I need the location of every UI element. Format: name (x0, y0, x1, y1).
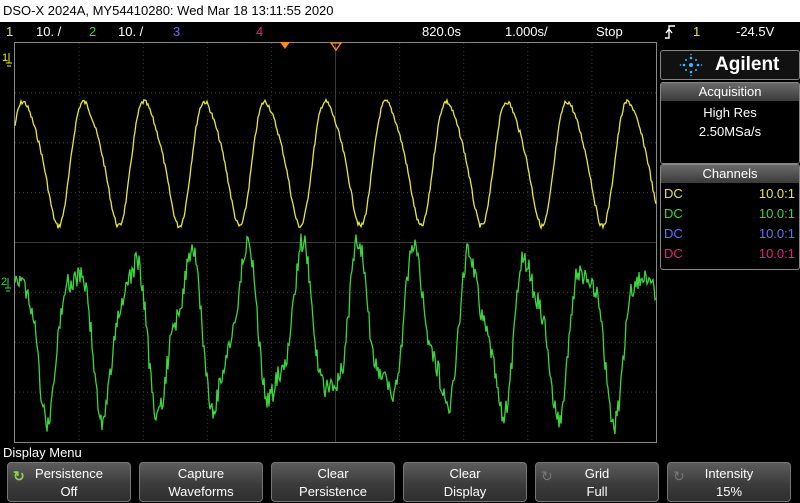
softkey-label: Persistence (299, 484, 367, 499)
softkey-value: Off (60, 484, 78, 499)
softkey-bar: ↻ Persistence Off Capture Waveforms Clea… (0, 462, 800, 503)
acquisition-mode: High Res (703, 105, 757, 120)
sample-rate: 2.50MSa/s (698, 124, 762, 139)
ch2-marker-label: 2 (1, 276, 7, 288)
ch2-probe-ratio: 10.0:1 (758, 206, 795, 221)
run-state[interactable]: Stop (596, 22, 623, 42)
trigger-channel[interactable]: 1 (693, 22, 700, 42)
ch4-coupling: DC (664, 246, 683, 261)
timebase-scale[interactable]: 1.000s/ (505, 22, 548, 42)
ch1-indicator[interactable]: 1 (6, 22, 13, 42)
persistence-softkey[interactable]: ↻ Persistence Off (7, 462, 131, 502)
ch3-coupling: DC (664, 226, 683, 241)
brand-header: Agilent (660, 50, 800, 80)
acquisition-header: Acquisition (661, 83, 799, 101)
trigger-level[interactable]: -24.5V (736, 22, 774, 42)
trigger-rising-edge-icon (664, 24, 676, 46)
channels-header: Channels (661, 165, 799, 183)
grid-softkey[interactable]: ↻ Grid Full (535, 462, 659, 502)
softkey-label: Grid (584, 466, 610, 481)
ch1-probe-ratio: 10.0:1 (758, 186, 795, 201)
channel-row-4[interactable]: DC 10.0:1 (661, 244, 799, 264)
ch4-probe-ratio: 10.0:1 (758, 246, 795, 261)
softkey-label: Persistence (35, 466, 103, 481)
softkey-value: Full (586, 484, 608, 499)
channel-row-1[interactable]: DC 10.0:1 (661, 184, 799, 204)
ch2-coupling: DC (664, 206, 683, 221)
waveform-display[interactable]: 1 2 (0, 42, 658, 444)
softkey-label: Intensity (704, 466, 754, 481)
rotate-knob-icon: ↻ (541, 468, 553, 484)
ch4-indicator[interactable]: 4 (256, 22, 263, 42)
channel-row-3[interactable]: DC 10.0:1 (661, 224, 799, 244)
ch2-indicator[interactable]: 2 (89, 22, 96, 42)
window-title: DSO-X 2024A, MY54410280: Wed Mar 18 13:1… (0, 0, 800, 22)
channels-box[interactable]: Channels DC 10.0:1 DC 10.0:1 DC 10.0:1 D… (660, 164, 800, 270)
status-bar: 1 10. / 2 10. / 3 4 820.0s 1.000s/ Stop … (0, 22, 800, 42)
rotate-knob-icon: ↻ (13, 468, 25, 484)
side-panel: Agilent Acquisition High Res 2.50MSa/s C… (660, 50, 800, 272)
ch3-indicator[interactable]: 3 (173, 22, 180, 42)
softkey-value: 15% (715, 484, 743, 499)
menu-title: Display Menu (3, 445, 82, 460)
rotate-knob-icon: ↻ (673, 468, 685, 484)
softkey-label: Clear (317, 466, 349, 481)
capture-waveforms-softkey[interactable]: Capture Waveforms (139, 462, 263, 502)
trigger-delay[interactable]: 820.0s (422, 22, 461, 42)
clear-persistence-softkey[interactable]: Clear Persistence (271, 462, 395, 502)
acquisition-box[interactable]: Acquisition High Res 2.50MSa/s (660, 82, 800, 164)
ch1-scale[interactable]: 10. / (36, 22, 61, 42)
softkey-label: Waveforms (168, 484, 234, 499)
softkey-label: Capture (177, 466, 225, 481)
ch1-coupling: DC (664, 186, 683, 201)
brand-name: Agilent (715, 54, 780, 75)
ch3-probe-ratio: 10.0:1 (758, 226, 795, 241)
ch1-marker-label: 1 (2, 52, 8, 64)
intensity-softkey[interactable]: ↻ Intensity 15% (667, 462, 791, 502)
softkey-label: Display (443, 484, 487, 499)
softkey-label: Clear (449, 466, 481, 481)
clear-display-softkey[interactable]: Clear Display (403, 462, 527, 502)
channel-row-2[interactable]: DC 10.0:1 (661, 204, 799, 224)
ch2-scale[interactable]: 10. / (118, 22, 143, 42)
